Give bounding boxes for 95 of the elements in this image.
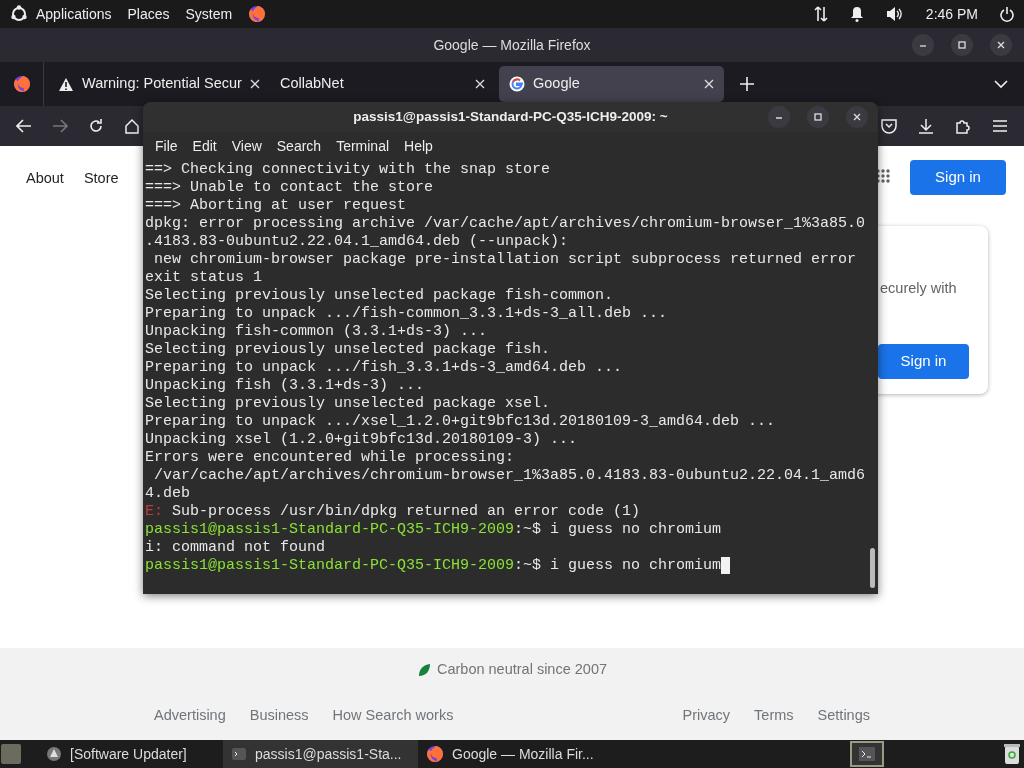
maximize-button[interactable] <box>951 34 973 56</box>
home-icon[interactable] <box>124 118 140 134</box>
terminal-line: Preparing to unpack .../xsel_1.2.0+git9bfc13d.20180109-3_amd64.deb ... <box>145 413 776 431</box>
terminal-line: ===> Unable to contact the store <box>145 179 434 197</box>
terminal-line: Errors were encountered while processing: <box>145 449 515 467</box>
browser-tab[interactable]: CollabNet <box>270 66 495 102</box>
close-icon[interactable] <box>249 79 260 89</box>
pocket-icon[interactable] <box>881 118 897 134</box>
terminal-line: ==> Checking connectivity with the snap store <box>145 161 551 179</box>
terminal-line: passis1@passis1-Standard-PC-Q35-ICH9-2009:~$ i guess no chromium <box>145 521 722 539</box>
menu-item[interactable]: View <box>228 136 268 157</box>
new-tab-icon[interactable] <box>740 77 754 91</box>
footer-note: Carbon neutral since 2007 <box>436 660 608 680</box>
browser-tab[interactable]: Google <box>499 66 724 102</box>
terminal-line: /var/cache/apt/archives/chromium-browser_1%3a85.0.4183.83-0ubuntu2.22.04.1_amd6 <box>153 467 866 485</box>
browser-tab[interactable]: Warning: Potential Secur <box>48 66 266 102</box>
scrollbar-thumb[interactable] <box>870 548 875 588</box>
footer-link[interactable]: Business <box>249 705 309 727</box>
trash-icon[interactable] <box>1004 743 1020 765</box>
warning-icon <box>58 76 74 92</box>
terminal-line: new chromium-browser package pre-installation script subprocess returned error <box>153 251 857 269</box>
apps-grid-icon[interactable] <box>876 169 890 183</box>
firefox-icon[interactable] <box>248 5 267 23</box>
chevron-down-icon[interactable] <box>994 79 1008 89</box>
sign-in-button[interactable]: Sign in <box>878 344 969 379</box>
close-icon[interactable] <box>475 79 485 89</box>
menu-item[interactable]: Help <box>401 136 439 157</box>
close-icon <box>996 40 1006 50</box>
menu-item[interactable]: Terminal <box>333 136 396 157</box>
back-icon[interactable] <box>16 119 32 133</box>
terminal-line: Preparing to unpack .../fish_3.3.1+ds-3_amd64.deb ... <box>145 359 623 377</box>
ubuntu-logo-icon[interactable] <box>10 5 28 23</box>
minimize-button[interactable] <box>768 106 790 128</box>
terminal-line: passis1@passis1-Standard-PC-Q35-ICH9-2009:~$ i guess no chromium <box>145 557 722 575</box>
menu-item[interactable]: Search <box>273 136 328 157</box>
reload-icon[interactable] <box>88 118 104 134</box>
network-icon[interactable] <box>813 5 828 23</box>
terminal-line: Unpacking fish (3.3.1+ds-3) ... <box>145 377 425 395</box>
close-icon <box>852 112 862 122</box>
taskbar-item[interactable]: passis1@passis1-Sta... <box>223 740 418 768</box>
show-desktop-icon[interactable] <box>0 743 22 765</box>
window-title: Google — Mozilla Firefox <box>433 35 591 55</box>
terminal-icon <box>859 747 875 761</box>
window-title: passis1@passis1-Standard-PC-Q35-ICH9-2009: ~ <box>353 107 668 126</box>
maximize-icon <box>957 40 967 50</box>
terminal-line: Selecting previously unselected package fish-common. <box>145 287 614 305</box>
nav-link[interactable]: About <box>26 168 64 190</box>
panel-menu[interactable]: Applications <box>36 3 112 25</box>
maximize-icon <box>813 112 823 122</box>
forward-icon[interactable] <box>52 119 68 133</box>
minimize-button[interactable] <box>912 34 934 56</box>
footer-link[interactable]: Terms <box>754 705 794 727</box>
taskbar-item[interactable]: Google — Mozilla Fir... <box>418 740 613 768</box>
sign-in-button[interactable]: Sign in <box>910 160 1006 195</box>
menu-icon[interactable] <box>992 119 1008 133</box>
terminal-line: Unpacking xsel (1.2.0+git9bfc13d.20180109-3) ... <box>145 431 578 449</box>
terminal-icon <box>231 746 247 762</box>
firefox-icon <box>426 745 444 763</box>
close-button[interactable] <box>846 106 868 128</box>
terminal-line: .4183.83-0ubuntu2.22.04.1_amd64.deb (--unpack): <box>145 233 569 251</box>
footer-link[interactable]: Privacy <box>682 705 731 727</box>
panel-menu[interactable]: System <box>185 3 233 25</box>
bell-icon[interactable] <box>849 6 864 22</box>
terminal-line: E: Sub-process /usr/bin/dpkg returned an error code (1) <box>145 503 641 521</box>
close-button[interactable] <box>990 34 1012 56</box>
footer-link[interactable]: Advertising <box>154 705 226 727</box>
clock[interactable]: 2:46 PM <box>925 3 978 25</box>
leaf-icon <box>416 663 431 677</box>
terminal-line: Selecting previously unselected package xsel. <box>145 395 551 413</box>
terminal-line: dpkg: error processing archive /var/cache/apt/archives/chromium-browser_1%3a85.0 <box>145 215 866 233</box>
terminal-line: Selecting previously unselected package fish. <box>145 341 551 359</box>
card-text: ecurely with <box>880 279 957 298</box>
power-icon[interactable] <box>1000 6 1014 22</box>
terminal-line: Preparing to unpack .../fish-common_3.3.1+ds-3_all.deb ... <box>145 305 668 323</box>
close-icon[interactable] <box>704 79 714 89</box>
terminal-line: 4.deb <box>145 485 190 503</box>
volume-icon[interactable] <box>885 6 904 22</box>
panel-menu[interactable]: Places <box>127 3 170 25</box>
google-logo-icon <box>509 76 525 92</box>
footer-link[interactable]: How Search works <box>332 705 454 727</box>
workspace-switcher[interactable] <box>850 741 884 767</box>
download-icon[interactable] <box>918 118 934 134</box>
footer-link[interactable]: Settings <box>817 705 870 727</box>
menu-item[interactable]: Edit <box>189 136 223 157</box>
terminal-line: exit status 1 <box>145 269 263 287</box>
taskbar-item[interactable]: [Software Updater] <box>38 740 223 768</box>
terminal-line: Unpacking fish-common (3.3.1+ds-3) ... <box>145 323 488 341</box>
updater-icon <box>46 746 62 762</box>
puzzle-icon[interactable] <box>955 118 971 134</box>
maximize-button[interactable] <box>807 106 829 128</box>
firefox-icon[interactable] <box>12 75 31 93</box>
menu-item[interactable]: File <box>152 136 184 157</box>
terminal-line: i: command not found <box>145 539 326 557</box>
terminal-line: ===> Aborting at user request <box>145 197 407 215</box>
nav-link[interactable]: Store <box>83 168 119 190</box>
